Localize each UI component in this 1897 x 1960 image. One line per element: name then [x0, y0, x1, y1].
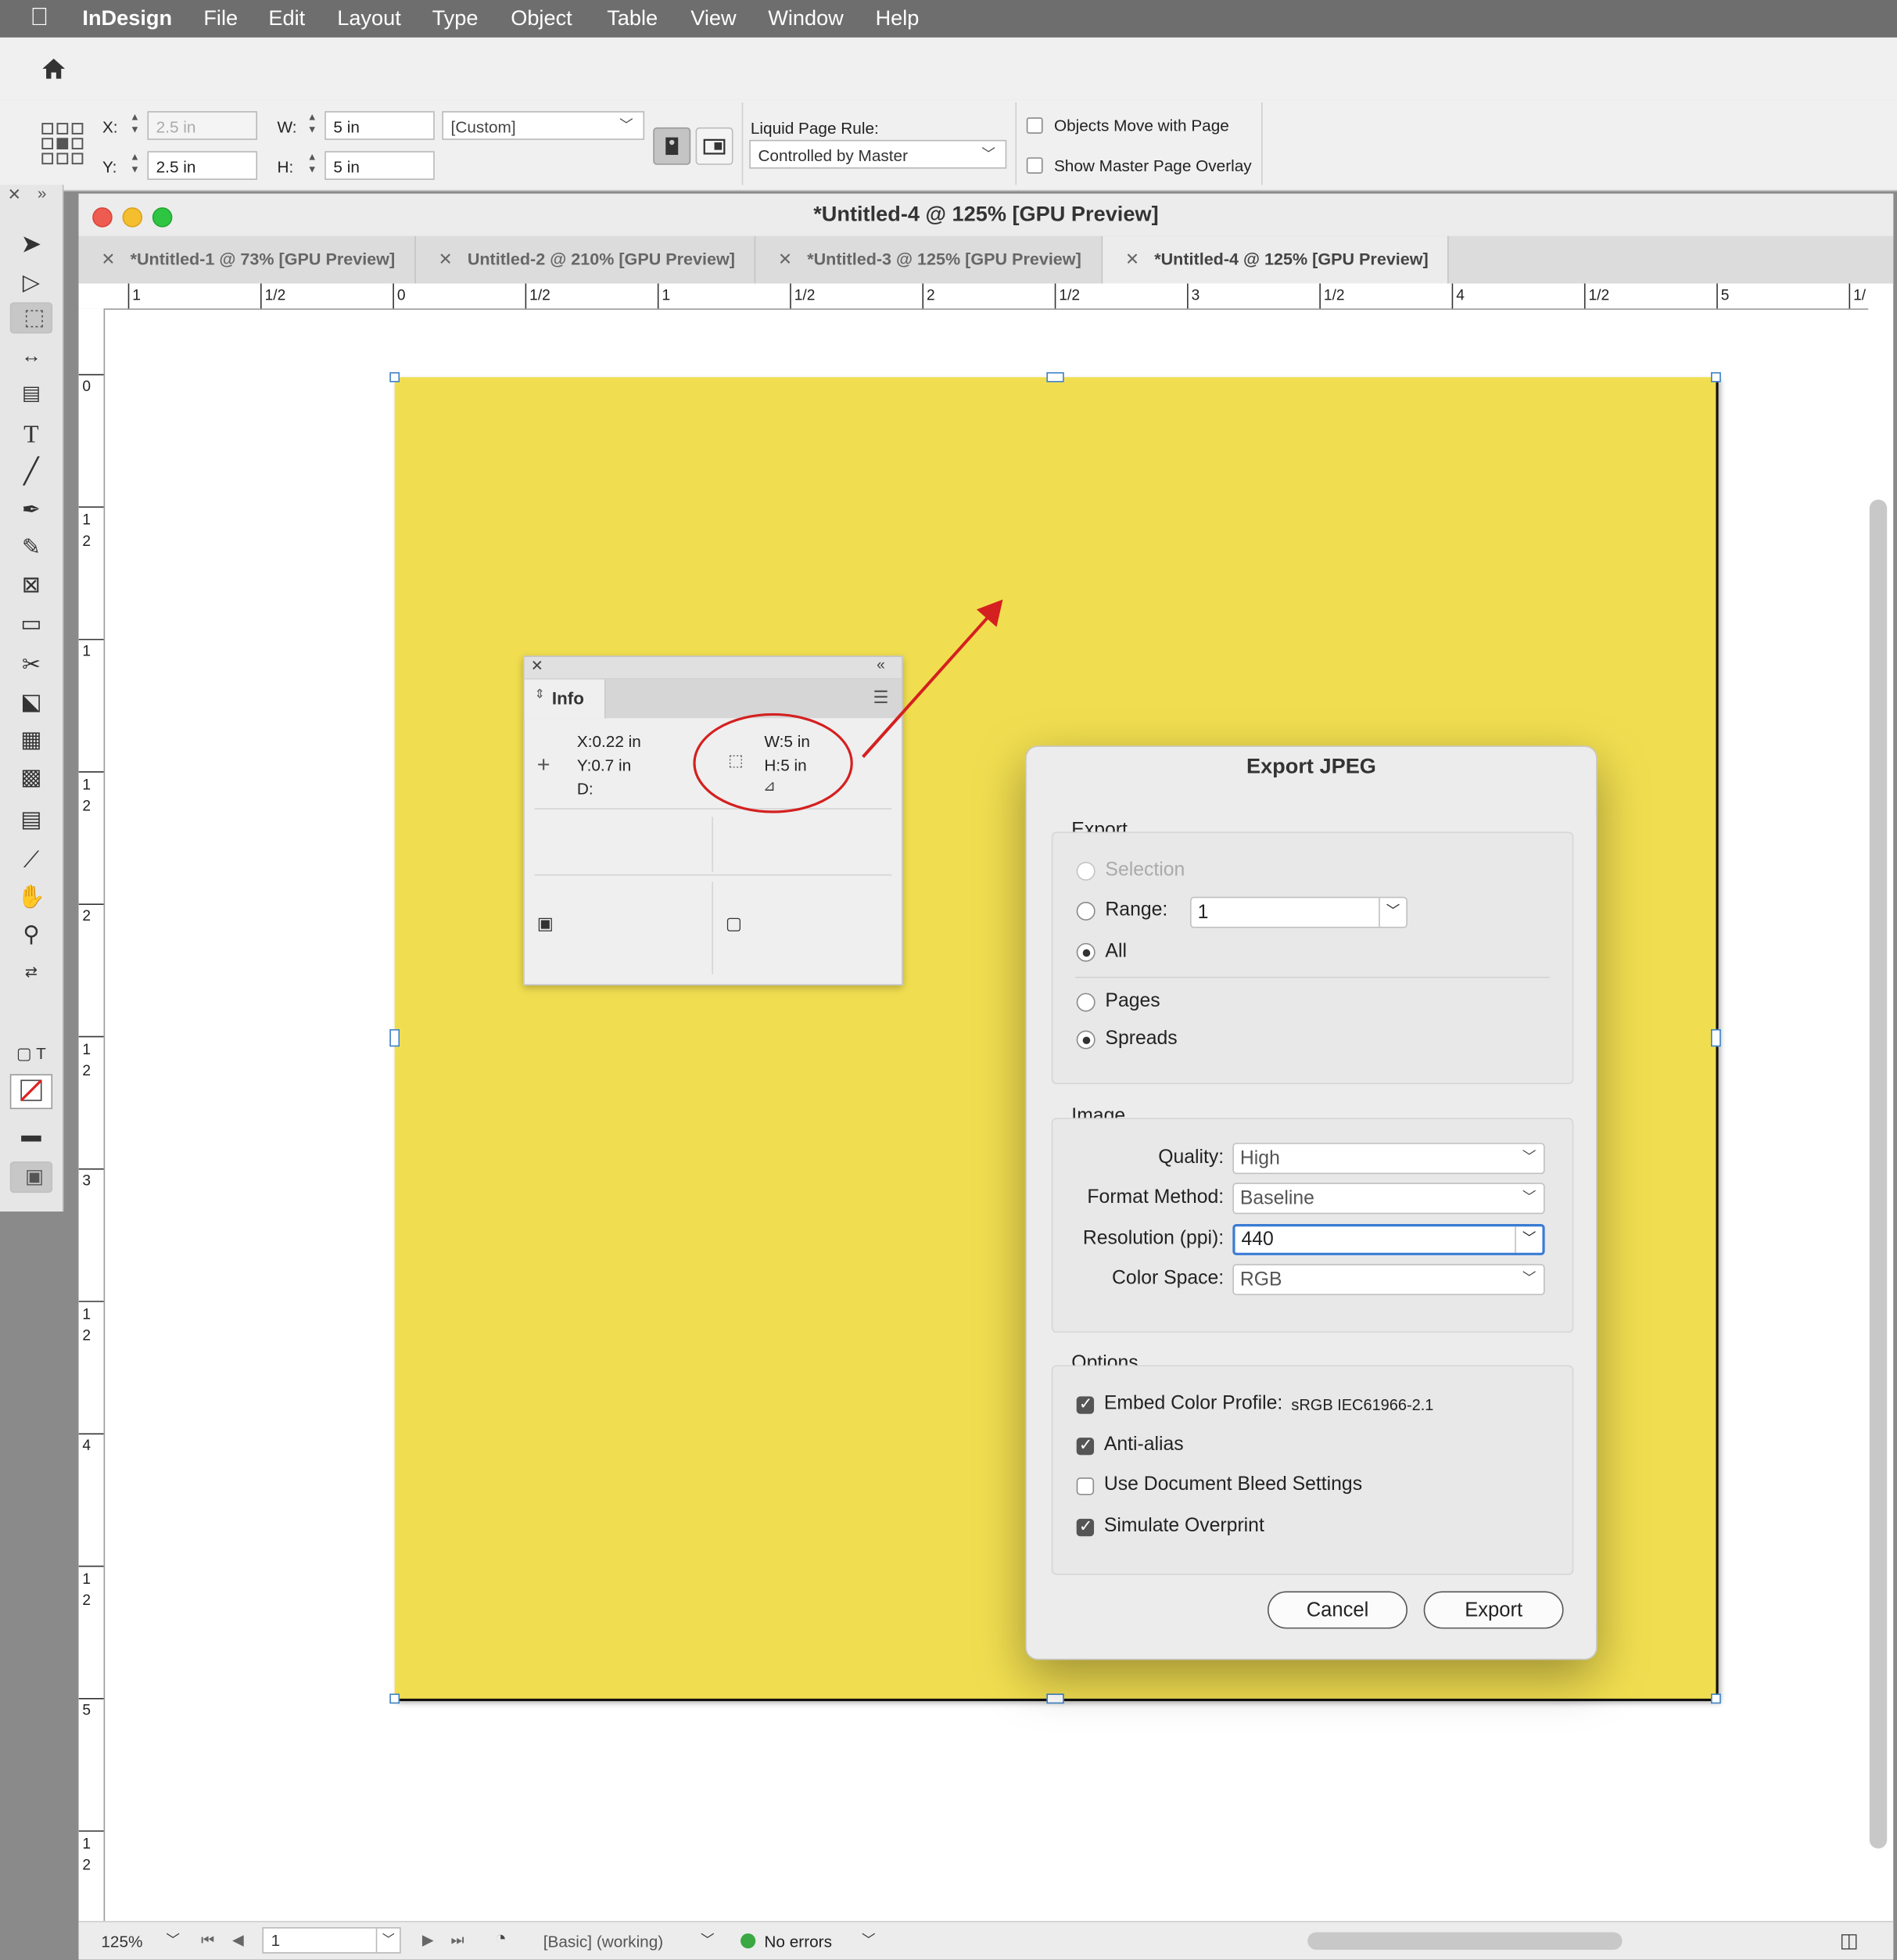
- range-input[interactable]: 1 ﹀: [1190, 896, 1408, 928]
- annotation-overlay: [693, 599, 1336, 1269]
- export-group: Selection Range: 1 ﹀ All Pages Spreads: [1051, 831, 1574, 1085]
- export-button[interactable]: Export: [1423, 1591, 1564, 1629]
- pages-label: Pages: [1105, 990, 1160, 1012]
- embed-profile-label: Embed Color Profile:: [1103, 1392, 1283, 1414]
- zoom-level[interactable]: 125%: [101, 1932, 142, 1951]
- chevron-down-icon: ﹀: [1522, 1150, 1537, 1165]
- range-radio[interactable]: [1076, 901, 1096, 921]
- preflight-profile[interactable]: [Basic] (working): [543, 1932, 663, 1951]
- page-number-value: 1: [271, 1930, 281, 1950]
- bleed-settings-checkbox[interactable]: [1076, 1477, 1095, 1495]
- divider: [1075, 976, 1551, 978]
- format-method-select[interactable]: Baseline ﹀: [1232, 1183, 1545, 1215]
- chevron-down-icon[interactable]: ﹀: [1515, 1226, 1542, 1253]
- chevron-down-icon[interactable]: ﹀: [862, 1929, 876, 1950]
- simulate-overprint-label: Simulate Overprint: [1103, 1515, 1264, 1537]
- annotation-circle-size: [693, 713, 853, 813]
- dialog-title: Export JPEG: [1246, 754, 1376, 778]
- chevron-down-icon[interactable]: ﹀: [166, 1929, 180, 1950]
- annotation-arrow: [862, 613, 992, 759]
- anti-alias-checkbox[interactable]: [1076, 1435, 1095, 1456]
- page-number-field[interactable]: 1 ﹀: [262, 1927, 401, 1954]
- selection-radio[interactable]: [1076, 861, 1096, 881]
- chevron-down-icon[interactable]: ﹀: [1379, 898, 1406, 927]
- horizontal-scrollbar[interactable]: [1307, 1932, 1623, 1950]
- options-group: Embed Color Profile: sRGB IEC61966-2.1 A…: [1051, 1365, 1574, 1575]
- embed-profile-value: sRGB IEC61966-2.1: [1291, 1396, 1434, 1414]
- color-space-value: RGB: [1239, 1269, 1282, 1291]
- status-bar: 125% ﹀ ⏮ ◀ 1 ﹀ ▶ ⏭ ◔ [Basic] (working) ﹀…: [78, 1921, 1894, 1960]
- last-page-icon[interactable]: ⏭: [451, 1931, 464, 1950]
- next-page-icon[interactable]: ▶: [422, 1931, 434, 1948]
- first-page-icon[interactable]: ⏮: [201, 1931, 214, 1950]
- all-label: All: [1105, 940, 1127, 962]
- range-value: 1: [1197, 901, 1209, 924]
- pages-radio[interactable]: [1076, 993, 1096, 1012]
- selection-label: Selection: [1105, 859, 1185, 881]
- anti-alias-label: Anti-alias: [1103, 1434, 1184, 1456]
- spreads-label: Spreads: [1105, 1028, 1178, 1050]
- format-method-value: Baseline: [1239, 1187, 1314, 1209]
- export-jpeg-dialog: Export JPEG Export Selection Range: 1 ﹀ …: [1025, 745, 1598, 1660]
- range-label: Range:: [1105, 899, 1168, 921]
- format-method-label: Format Method:: [1087, 1186, 1225, 1208]
- preflight-icon[interactable]: ◔: [494, 1929, 506, 1951]
- cancel-button[interactable]: Cancel: [1268, 1591, 1408, 1629]
- quality-select[interactable]: High ﹀: [1232, 1143, 1545, 1175]
- resolution-input[interactable]: 440 ﹀: [1232, 1224, 1545, 1255]
- annotation-arrowhead: [976, 599, 1003, 627]
- resolution-value: 440: [1241, 1229, 1274, 1251]
- previous-page-icon[interactable]: ◀: [232, 1931, 244, 1948]
- error-status[interactable]: No errors: [764, 1932, 832, 1951]
- image-group: Quality: High ﹀ Format Method: Baseline …: [1051, 1118, 1574, 1333]
- all-radio[interactable]: [1076, 942, 1096, 962]
- spreads-radio[interactable]: [1076, 1030, 1096, 1050]
- resolution-label: Resolution (ppi):: [1082, 1227, 1225, 1249]
- quality-value: High: [1239, 1147, 1280, 1169]
- quality-label: Quality:: [1158, 1146, 1225, 1168]
- color-space-label: Color Space:: [1112, 1267, 1225, 1290]
- bleed-settings-label: Use Document Bleed Settings: [1103, 1474, 1363, 1495]
- chevron-down-icon[interactable]: ﹀: [375, 1928, 400, 1953]
- embed-profile-checkbox[interactable]: [1076, 1394, 1095, 1414]
- split-layout-icon[interactable]: ◫: [1840, 1929, 1859, 1954]
- color-space-select[interactable]: RGB ﹀: [1232, 1264, 1545, 1296]
- chevron-down-icon[interactable]: ﹀: [701, 1929, 715, 1950]
- chevron-down-icon: ﹀: [1522, 1271, 1537, 1287]
- status-ok-icon: [741, 1933, 756, 1949]
- chevron-down-icon: ﹀: [1522, 1190, 1537, 1206]
- simulate-overprint-checkbox[interactable]: [1076, 1517, 1095, 1537]
